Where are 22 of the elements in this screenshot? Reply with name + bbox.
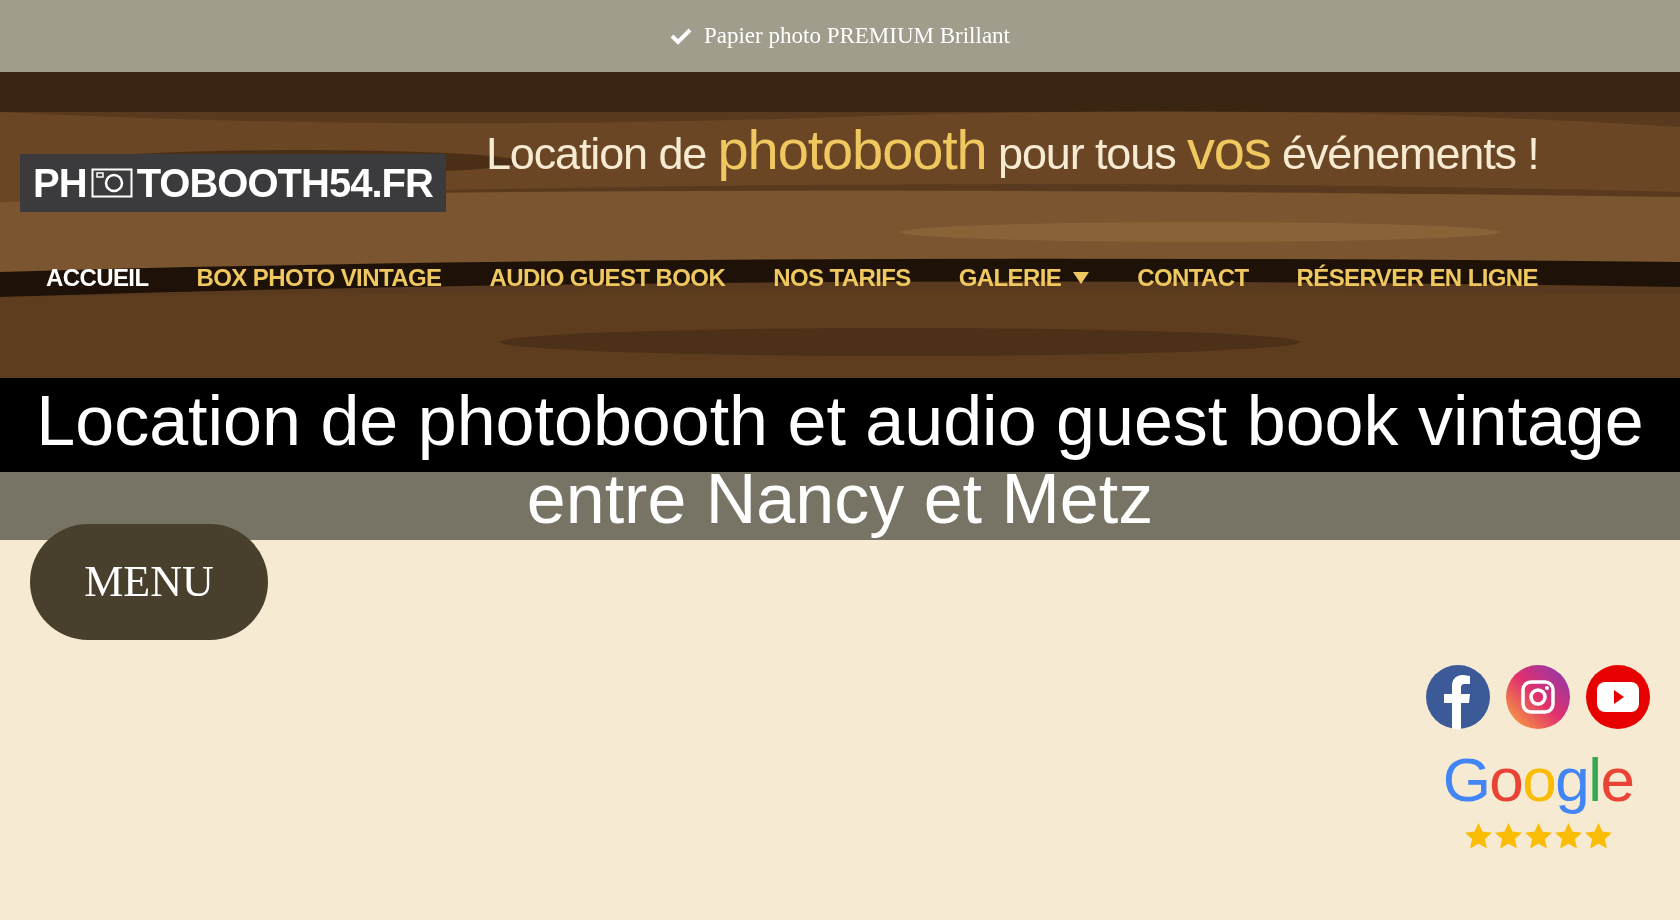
instagram-icon[interactable] [1506, 665, 1570, 729]
youtube-icon[interactable] [1586, 665, 1650, 729]
nav-link[interactable]: CONTACT [1137, 260, 1249, 296]
nav-link[interactable]: RÉSERVER EN LIGNE [1296, 260, 1538, 296]
nav-link[interactable]: GALERIE [958, 260, 1090, 296]
page-title: Location de photobooth et audio guest book vintage entre Nancy et Metz [0, 378, 1680, 540]
menu-button[interactable]: MENU [30, 524, 268, 640]
promo-text: Papier photo PREMIUM Brillant [704, 21, 1010, 50]
star-icon [1464, 823, 1492, 849]
star-icon [1494, 823, 1522, 849]
tagline: Location de photobooth pour tous vos événements ! [485, 117, 1540, 183]
check-icon [670, 27, 692, 45]
star-icon [1554, 823, 1582, 849]
camera-icon [90, 168, 133, 198]
nav-link[interactable]: AUDIO GUEST BOOK [489, 260, 726, 296]
nav-link[interactable]: NOS TARIFS [773, 260, 911, 296]
nav-link[interactable]: BOX PHOTO VINTAGE [196, 260, 442, 296]
star-icon [1584, 823, 1612, 849]
logo[interactable]: PH TOBOOTH54.FR [20, 154, 446, 212]
star-icon [1524, 823, 1552, 849]
nav-link[interactable]: ACCUEIL [46, 260, 149, 296]
facebook-icon[interactable] [1426, 665, 1490, 729]
